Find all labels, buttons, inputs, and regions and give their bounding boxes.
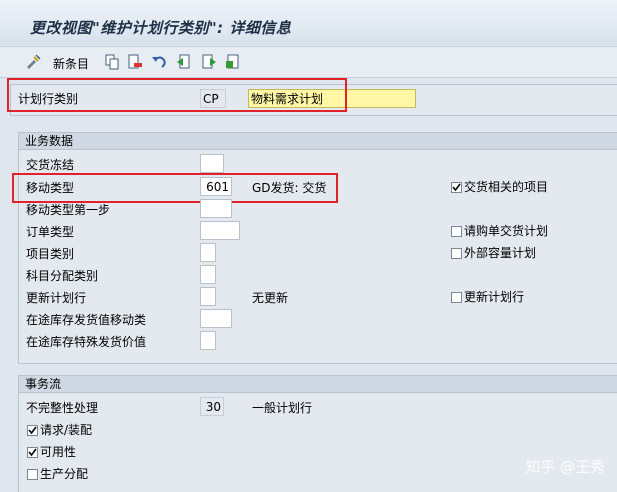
- transaction-flow-title: 事务流: [19, 376, 617, 393]
- delivery-block-label: 交货冻结: [26, 158, 75, 172]
- highlight-box-movement-type: [12, 173, 338, 203]
- order-type-label: 订单类型: [26, 225, 75, 239]
- stock-transfer-special-field[interactable]: [200, 331, 216, 350]
- checkmark-icon: [28, 448, 37, 457]
- page-title: 更改视图"维护计划行类别": 详细信息: [30, 19, 292, 37]
- update-sched-line-checkbox[interactable]: [451, 292, 462, 303]
- delivery-block-field[interactable]: [200, 154, 224, 173]
- undo-icon[interactable]: [150, 53, 168, 70]
- movement-type-1step-field[interactable]: [200, 199, 232, 218]
- acct-assign-cat-label: 科目分配类别: [26, 269, 99, 283]
- purch-req-delivery-checkbox[interactable]: [451, 226, 462, 237]
- delivery-relevant-label: 交货相关的项目: [464, 180, 549, 194]
- copy-icon[interactable]: [103, 53, 121, 70]
- incompletion-desc: 一般计划行: [252, 401, 313, 415]
- stock-transfer-mvt-field[interactable]: [200, 309, 232, 328]
- availability-checkbox[interactable]: [27, 447, 38, 458]
- stock-transfer-mvt-label: 在途库存发货值移动类: [26, 313, 147, 327]
- update-sched-line-desc: 无更新: [252, 291, 289, 305]
- requirements-label: 请求/装配: [40, 423, 93, 437]
- production-alloc-label: 生产分配: [40, 467, 89, 481]
- checkmark-icon: [28, 426, 37, 435]
- business-data-title: 业务数据: [19, 133, 617, 150]
- transport-icon[interactable]: [224, 53, 242, 70]
- requirements-checkbox[interactable]: [27, 425, 38, 436]
- toolbar: [0, 46, 617, 78]
- item-category-label: 项目类别: [26, 247, 75, 261]
- production-alloc-checkbox[interactable]: [27, 469, 38, 480]
- incompletion-field[interactable]: 30: [200, 397, 224, 416]
- highlight-box-category: [7, 78, 347, 112]
- availability-label: 可用性: [40, 445, 77, 459]
- watermark: 知乎 @王秀: [525, 458, 605, 476]
- order-type-field[interactable]: [200, 221, 240, 240]
- update-sched-line-label: 更新计划行: [26, 291, 87, 305]
- previous-entry-icon[interactable]: [175, 53, 193, 70]
- ext-capacity-checkbox[interactable]: [451, 248, 462, 259]
- delete-icon[interactable]: [126, 53, 144, 70]
- acct-assign-cat-field[interactable]: [200, 265, 216, 284]
- update-sched-line-cb-label: 更新计划行: [464, 290, 525, 304]
- ext-capacity-label: 外部容量计划: [464, 246, 537, 260]
- item-category-field[interactable]: [200, 243, 216, 262]
- display-change-icon[interactable]: [24, 53, 42, 70]
- movement-type-1step-label: 移动类型第一步: [26, 203, 111, 217]
- purch-req-delivery-label: 请购单交货计划: [464, 224, 549, 238]
- delivery-relevant-checkbox[interactable]: [451, 182, 462, 193]
- new-entries-button[interactable]: 新条目: [53, 55, 89, 72]
- stock-transfer-special-label: 在途库存特殊发货价值: [26, 335, 147, 349]
- next-entry-icon[interactable]: [200, 53, 218, 70]
- checkmark-icon: [452, 183, 461, 192]
- incompletion-label: 不完整性处理: [26, 401, 99, 415]
- update-sched-line-field[interactable]: [200, 287, 216, 306]
